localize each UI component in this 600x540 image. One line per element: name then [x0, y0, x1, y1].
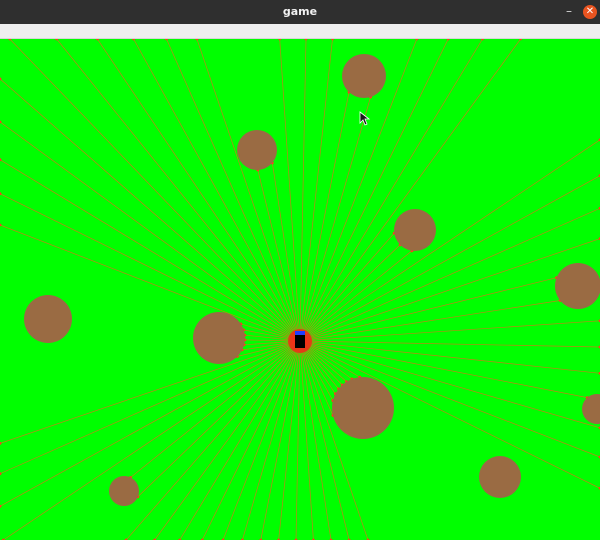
obstacle-circle — [394, 209, 436, 251]
game-window: game – ✕ — [0, 0, 600, 540]
obstacle-circle — [193, 312, 245, 364]
game-canvas[interactable] — [0, 39, 600, 540]
window-title: game — [282, 5, 318, 18]
minimize-button[interactable]: – — [562, 5, 576, 19]
obstacle-circle — [237, 130, 277, 170]
close-icon: ✕ — [585, 6, 595, 17]
minimize-icon: – — [566, 4, 572, 18]
player-group — [288, 329, 312, 353]
obstacle-circle — [555, 263, 600, 309]
title-bar[interactable]: game – ✕ — [0, 0, 600, 24]
obstacle-circle — [342, 54, 386, 98]
obstacle-circle — [479, 456, 521, 498]
player-body[interactable] — [295, 335, 305, 348]
obstacle-circle — [24, 295, 72, 343]
player-direction-marker — [295, 331, 305, 335]
close-button[interactable]: ✕ — [583, 5, 597, 19]
obstacle-circle — [109, 476, 139, 506]
obstacle-circle — [332, 377, 394, 439]
menu-bar — [0, 24, 600, 39]
